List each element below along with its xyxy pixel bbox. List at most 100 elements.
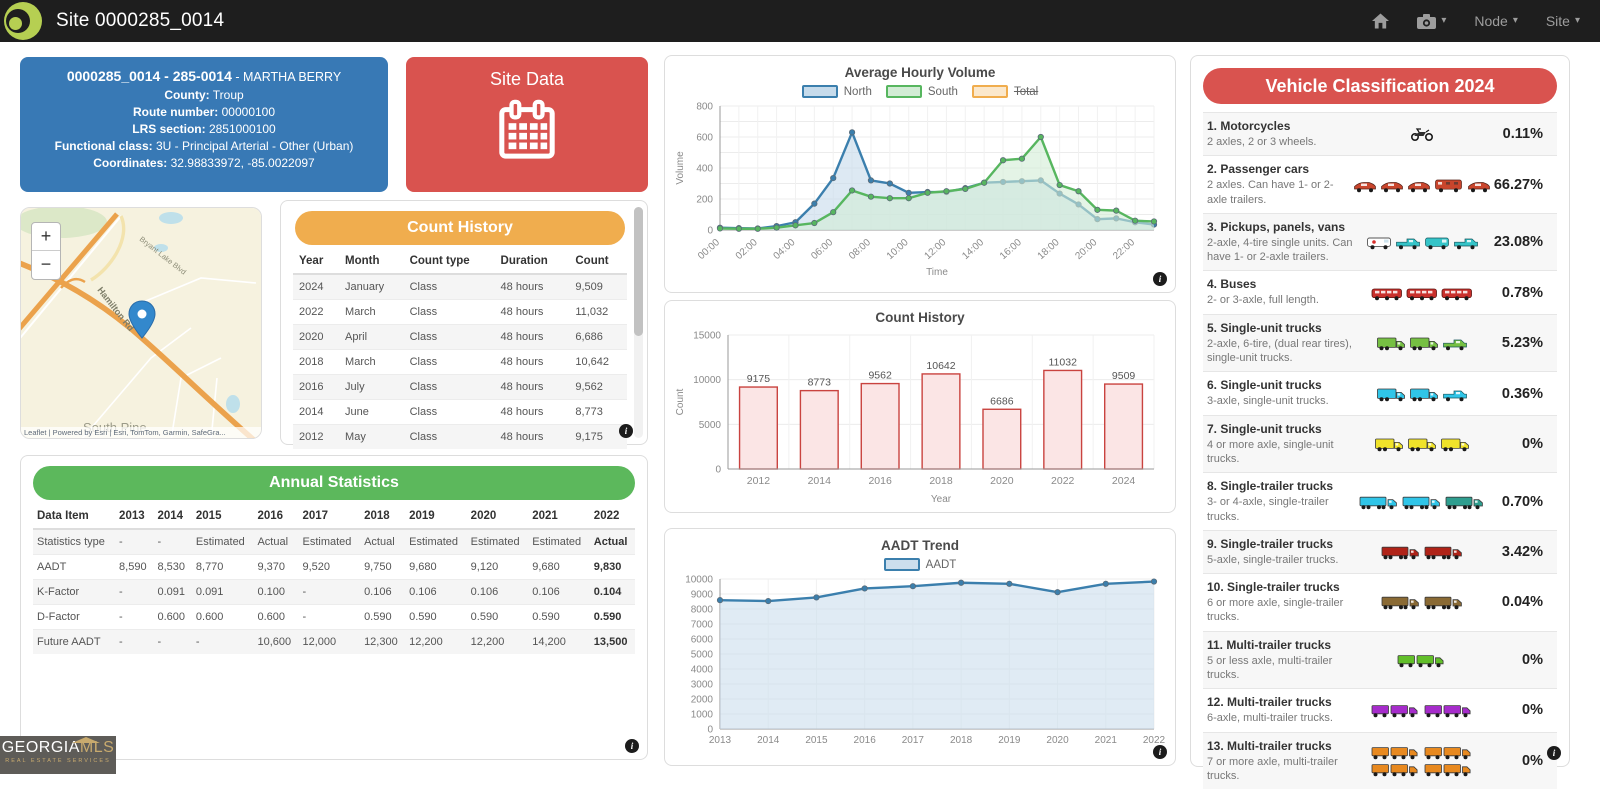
- column-header: 2021: [528, 504, 590, 529]
- svg-text:2024: 2024: [1112, 475, 1136, 487]
- home-icon[interactable]: [1372, 13, 1389, 29]
- legend-item-aadt[interactable]: AADT: [884, 558, 957, 571]
- chart-title: Count History: [665, 301, 1175, 325]
- table-row: Statistics type--EstimatedActualEstimate…: [33, 529, 635, 555]
- svg-text:20:00: 20:00: [1073, 237, 1099, 262]
- vehicle-class-name: 12. Multi-trailer trucks: [1207, 695, 1353, 709]
- column-header: Count: [569, 249, 627, 274]
- double-icon: [1371, 702, 1421, 718]
- info-icon[interactable]: i: [619, 424, 633, 438]
- vehicle-class-row: 1. Motorcycles2 axles, 2 or 3 wheels.0.1…: [1203, 112, 1557, 155]
- legend-item-north[interactable]: North: [802, 85, 872, 98]
- vehicle-class-percentage: 0.11%: [1491, 126, 1553, 142]
- svg-text:15000: 15000: [693, 331, 721, 342]
- svg-text:4000: 4000: [691, 665, 714, 676]
- semi-icon: [1359, 494, 1399, 510]
- vehicle-class-row: 11. Multi-trailer trucks5 or less axle, …: [1203, 631, 1557, 689]
- bus-icon: [1441, 285, 1473, 301]
- vehicle-class-icons: [1353, 177, 1491, 193]
- svg-text:2014: 2014: [808, 475, 832, 487]
- svg-text:2012: 2012: [747, 475, 771, 487]
- annual-statistics-table: Data Item2013201420152016201720182019202…: [33, 504, 635, 654]
- site-id: 0000285_0014 - 285-0014: [67, 68, 232, 84]
- column-header: Count type: [404, 249, 495, 274]
- vehicle-class-percentage: 0.78%: [1491, 285, 1553, 301]
- svg-text:0: 0: [707, 226, 713, 237]
- svg-text:2016: 2016: [854, 735, 877, 746]
- svg-text:2000: 2000: [691, 695, 714, 706]
- map-attribution[interactable]: Leaflet | Powered by Esri | Esri, TomTom…: [21, 427, 261, 438]
- site-dropdown[interactable]: Site▾: [1546, 13, 1580, 29]
- semi-icon: [1445, 494, 1485, 510]
- info-icon[interactable]: i: [1153, 272, 1167, 286]
- info-icon[interactable]: i: [1547, 746, 1561, 760]
- pickup-icon: [1442, 335, 1468, 351]
- svg-text:0: 0: [715, 465, 721, 476]
- vehicle-class-percentage: 0%: [1491, 753, 1553, 769]
- svg-text:400: 400: [696, 164, 713, 175]
- site-map[interactable]: Bryant Lake Blvd Hamilton Rd South Pine …: [20, 207, 262, 439]
- vehicle-class-row: 13. Multi-trailer trucks7 or more axle, …: [1203, 732, 1557, 789]
- vehicle-class-icons: [1353, 544, 1491, 560]
- svg-text:2017: 2017: [902, 735, 925, 746]
- svg-text:2014: 2014: [757, 735, 780, 746]
- camera-icon: [1417, 14, 1436, 29]
- column-header: 2015: [192, 504, 254, 529]
- chart-legend: North South Total: [665, 85, 1175, 98]
- bus-icon: [1406, 285, 1438, 301]
- svg-text:0: 0: [707, 725, 713, 736]
- legend-item-total[interactable]: Total: [972, 85, 1038, 98]
- svg-text:8773: 8773: [808, 377, 832, 389]
- scrollbar-thumb[interactable]: [634, 207, 643, 336]
- svg-text:5000: 5000: [691, 650, 714, 661]
- count-history-header: Count History: [295, 211, 625, 245]
- svg-text:Count: Count: [675, 388, 686, 415]
- count-history-bar-chart[interactable]: 0500010000150009175201287732014956220161…: [665, 325, 1175, 505]
- info-icon[interactable]: i: [1153, 745, 1167, 759]
- aadt-trend-chart[interactable]: 0100020003000400050006000700080009000100…: [665, 571, 1175, 751]
- info-icon[interactable]: i: [625, 739, 639, 753]
- car-icon: [1380, 177, 1404, 193]
- table-row: 2016JulyClass48 hours9,562: [293, 375, 627, 400]
- site-data-button[interactable]: Site Data: [406, 57, 648, 192]
- zoom-out-button[interactable]: −: [32, 251, 60, 278]
- chart-legend: AADT: [665, 558, 1175, 571]
- roof-icon: [72, 737, 100, 743]
- double-icon: [1371, 744, 1421, 760]
- bus-icon: [1371, 285, 1403, 301]
- moto-icon: [1408, 126, 1436, 142]
- site-data-label: Site Data: [406, 69, 648, 90]
- truck-icon: [1376, 386, 1406, 402]
- vehicle-class-row: 3. Pickups, panels, vans2-axle, 4-tire s…: [1203, 213, 1557, 271]
- svg-text:08:00: 08:00: [847, 237, 873, 262]
- count-history-panel: Count History YearMonthCount typeDuratio…: [280, 200, 648, 445]
- node-dropdown[interactable]: Node▾: [1474, 13, 1518, 29]
- zoom-in-button[interactable]: +: [32, 223, 60, 251]
- table-row: K-Factor-0.0910.0910.100-0.1060.1060.106…: [33, 580, 635, 605]
- hourly-volume-chart[interactable]: 020040060080000:0002:0004:0006:0008:0010…: [665, 98, 1175, 278]
- georgia-mls-logo[interactable]: GEORGIAMLS REAL ESTATE SERVICES: [0, 736, 116, 774]
- svg-text:8000: 8000: [691, 605, 714, 616]
- vehicle-class-name: 11. Multi-trailer trucks: [1207, 638, 1353, 652]
- svg-text:2021: 2021: [1095, 735, 1118, 746]
- vehicle-class-row: 9. Single-trailer trucks5-axle, single-t…: [1203, 530, 1557, 573]
- semi-icon: [1402, 494, 1442, 510]
- svg-text:1000: 1000: [691, 710, 714, 721]
- chevron-down-icon: ▾: [1441, 16, 1446, 26]
- svg-text:5000: 5000: [699, 420, 722, 431]
- van-icon: [1424, 234, 1450, 250]
- vehicle-class-percentage: 0.70%: [1491, 494, 1553, 510]
- app-logo-icon[interactable]: [2, 1, 42, 41]
- camera-menu[interactable]: ▾: [1417, 14, 1446, 29]
- vehicle-class-row: 7. Single-unit trucks4 or more axle, sin…: [1203, 415, 1557, 473]
- svg-text:6686: 6686: [990, 395, 1014, 407]
- chevron-down-icon: ▾: [1513, 16, 1518, 26]
- scrollbar-track[interactable]: [634, 207, 643, 438]
- hourly-volume-panel: Average Hourly Volume NorthSouthTotal 02…: [664, 55, 1176, 293]
- legend-item-south[interactable]: South: [886, 85, 958, 98]
- svg-text:2016: 2016: [868, 475, 892, 487]
- site-info-line: County: Troup: [32, 87, 376, 104]
- svg-text:2018: 2018: [950, 735, 973, 746]
- vehicle-class-row: 10. Single-trailer trucks6 or more axle,…: [1203, 573, 1557, 631]
- count-history-table: YearMonthCount typeDurationCount 2024Jan…: [293, 249, 627, 449]
